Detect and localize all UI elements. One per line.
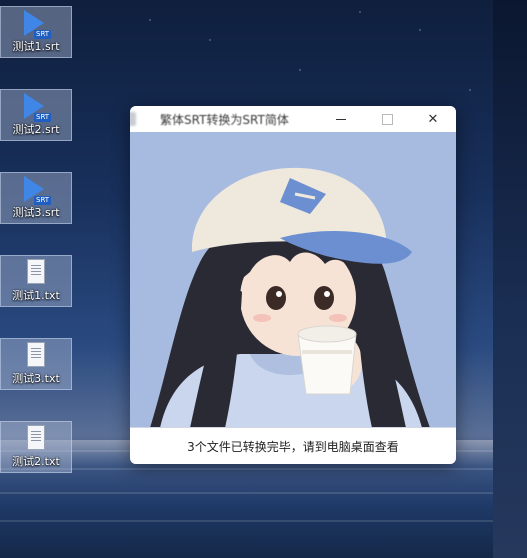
desktop-file-srt-2[interactable]: SRT 测试2.srt (0, 89, 72, 141)
desktop-file-txt-3[interactable]: 测试3.txt (0, 338, 72, 390)
srt-video-file-icon: SRT (22, 10, 52, 40)
desktop-file-label: 测试3.txt (12, 372, 60, 385)
window-title: 繁体SRT转换为SRT简体 (160, 113, 289, 127)
close-icon: ✕ (427, 111, 439, 127)
desktop-file-txt-2[interactable]: 测试2.txt (0, 421, 72, 473)
minimize-icon (336, 118, 346, 120)
desktop-file-srt-3[interactable]: SRT 测试3.srt (0, 172, 72, 224)
illustration-girl-with-cup (130, 132, 456, 428)
maximize-button[interactable] (364, 106, 410, 132)
minimize-button[interactable] (318, 106, 364, 132)
window-titlebar[interactable]: 繁体SRT转换为SRT简体 ✕ (130, 106, 456, 132)
text-file-icon (22, 259, 50, 289)
desktop-file-label: 测试3.srt (12, 206, 60, 219)
text-file-icon (22, 342, 50, 372)
desktop-file-label: 测试2.srt (12, 123, 60, 136)
text-file-icon (22, 425, 50, 455)
status-bar: 3个文件已转换完毕，请到电脑桌面查看 (130, 427, 456, 464)
app-icon (130, 112, 136, 126)
desktop-file-txt-1[interactable]: 测试1.txt (0, 255, 72, 307)
wallpaper-edge (493, 0, 527, 558)
desktop-file-label: 测试1.txt (12, 289, 60, 302)
close-button[interactable]: ✕ (410, 106, 456, 132)
converter-window: 繁体SRT转换为SRT简体 ✕ 3个文件已转换完毕，请到电脑桌面查看 (130, 106, 456, 464)
srt-video-file-icon: SRT (22, 93, 52, 123)
desktop-file-label: 测试2.txt (12, 455, 60, 468)
desktop-file-label: 测试1.srt (12, 40, 60, 53)
desktop-file-srt-1[interactable]: SRT 测试1.srt (0, 6, 72, 58)
conversion-complete-message: 3个文件已转换完毕，请到电脑桌面查看 (187, 439, 399, 454)
srt-video-file-icon: SRT (22, 176, 52, 206)
maximize-icon (381, 113, 393, 125)
